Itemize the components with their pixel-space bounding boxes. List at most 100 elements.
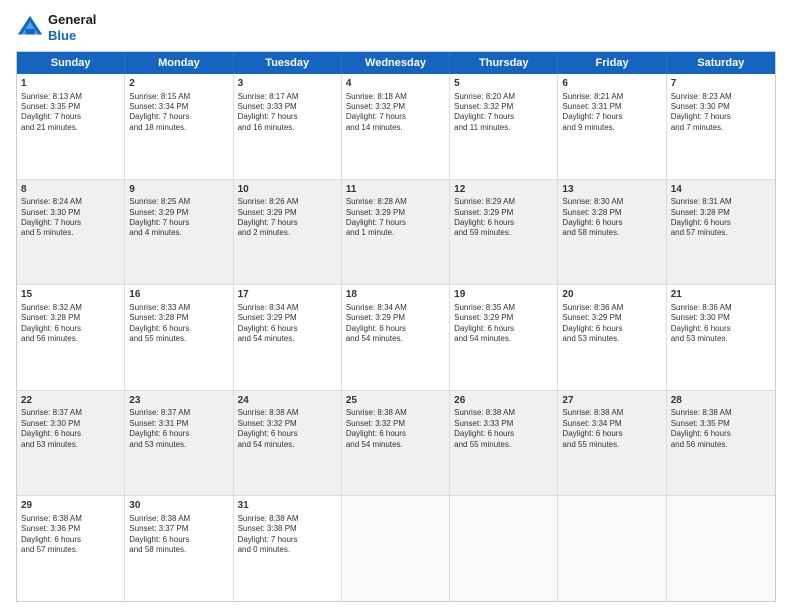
day-number: 7 [671, 77, 771, 91]
cell-line: Sunset: 3:35 PM [671, 419, 771, 429]
calendar-cell: 26Sunrise: 8:38 AMSunset: 3:33 PMDayligh… [450, 391, 558, 496]
cell-line: Sunrise: 8:38 AM [454, 408, 553, 418]
weekday-header-tuesday: Tuesday [234, 52, 342, 74]
calendar: SundayMondayTuesdayWednesdayThursdayFrid… [16, 51, 776, 602]
calendar-cell: 2Sunrise: 8:15 AMSunset: 3:34 PMDaylight… [125, 74, 233, 179]
weekday-header-wednesday: Wednesday [342, 52, 450, 74]
day-number: 11 [346, 183, 445, 197]
calendar-cell: 6Sunrise: 8:21 AMSunset: 3:31 PMDaylight… [558, 74, 666, 179]
calendar-cell: 21Sunrise: 8:36 AMSunset: 3:30 PMDayligh… [667, 285, 775, 390]
calendar-row-1: 1Sunrise: 8:13 AMSunset: 3:35 PM Daylight… [17, 74, 775, 180]
cell-line: Sunrise: 8:15 AM [129, 92, 228, 102]
calendar-cell: 3Sunrise: 8:17 AMSunset: 3:33 PMDaylight… [234, 74, 342, 179]
cell-line: Daylight: 6 hours [129, 535, 228, 545]
calendar-cell: 29Sunrise: 8:38 AMSunset: 3:36 PMDayligh… [17, 496, 125, 601]
cell-line: and 4 minutes. [129, 228, 228, 238]
day-number: 1 [21, 77, 120, 91]
cell-line: Sunrise: 8:30 AM [562, 197, 661, 207]
calendar-cell: 4Sunrise: 8:18 AMSunset: 3:32 PMDaylight… [342, 74, 450, 179]
cell-line: Sunrise: 8:13 AM [21, 92, 120, 102]
day-number: 3 [238, 77, 337, 91]
cell-line: and 16 minutes. [238, 123, 337, 133]
calendar-cell: 14Sunrise: 8:31 AMSunset: 3:28 PMDayligh… [667, 180, 775, 285]
cell-line: Daylight: 6 hours [21, 535, 120, 545]
cell-line: Sunrise: 8:20 AM [454, 92, 553, 102]
calendar-cell: 15Sunrise: 8:32 AMSunset: 3:28 PMDayligh… [17, 285, 125, 390]
cell-line: Sunrise: 8:33 AM [129, 303, 228, 313]
cell-line: Sunset: 3:37 PM [129, 524, 228, 534]
cell-line: Daylight: 6 hours [346, 429, 445, 439]
calendar-cell: 12Sunrise: 8:29 AMSunset: 3:29 PMDayligh… [450, 180, 558, 285]
cell-line: Sunset: 3:32 PM [346, 419, 445, 429]
cell-line: Sunrise: 8:34 AM [346, 303, 445, 313]
cell-line: Daylight: 6 hours [671, 218, 771, 228]
calendar-cell: 30Sunrise: 8:38 AMSunset: 3:37 PMDayligh… [125, 496, 233, 601]
cell-line: Daylight: 7 hours [238, 535, 337, 545]
cell-line: Sunset: 3:31 PM [129, 419, 228, 429]
weekday-header-saturday: Saturday [667, 52, 775, 74]
cell-line: Daylight: 6 hours [21, 429, 120, 439]
cell-line: and 1 minute. [346, 228, 445, 238]
cell-line: Daylight: 7 hours [129, 218, 228, 228]
cell-line: Sunrise: 8:32 AM [21, 303, 120, 313]
calendar-cell: 8Sunrise: 8:24 AMSunset: 3:30 PMDaylight… [17, 180, 125, 285]
calendar-cell [558, 496, 666, 601]
calendar-header-row: SundayMondayTuesdayWednesdayThursdayFrid… [17, 52, 775, 74]
cell-line: Daylight: 7 hours [346, 112, 445, 122]
cell-line: and 55 minutes. [562, 440, 661, 450]
cell-line: Sunset: 3:29 PM [238, 313, 337, 323]
calendar-cell: 5Sunrise: 8:20 AMSunset: 3:32 PMDaylight… [450, 74, 558, 179]
calendar-cell: 16Sunrise: 8:33 AMSunset: 3:28 PMDayligh… [125, 285, 233, 390]
cell-line: Sunrise: 8:36 AM [671, 303, 771, 313]
cell-line: Sunset: 3:36 PM [21, 524, 120, 534]
cell-line: and 54 minutes. [454, 334, 553, 344]
cell-line: Daylight: 6 hours [454, 218, 553, 228]
cell-line: Sunset: 3:29 PM [346, 208, 445, 218]
cell-line: Sunset: 3:35 PM [21, 102, 120, 112]
weekday-header-monday: Monday [125, 52, 233, 74]
cell-line: Sunset: 3:30 PM [671, 102, 771, 112]
cell-line: Sunrise: 8:28 AM [346, 197, 445, 207]
day-number: 21 [671, 288, 771, 302]
cell-line: Sunrise: 8:38 AM [238, 514, 337, 524]
cell-line: Sunrise: 8:36 AM [562, 303, 661, 313]
cell-line: and 56 minutes. [671, 440, 771, 450]
cell-line: Daylight: 7 hours [562, 112, 661, 122]
calendar-row-2: 8Sunrise: 8:24 AMSunset: 3:30 PMDaylight… [17, 180, 775, 286]
calendar-cell: 24Sunrise: 8:38 AMSunset: 3:32 PMDayligh… [234, 391, 342, 496]
cell-line: and 18 minutes. [129, 123, 228, 133]
cell-line: and 54 minutes. [238, 334, 337, 344]
calendar-cell: 27Sunrise: 8:38 AMSunset: 3:34 PMDayligh… [558, 391, 666, 496]
cell-line: Daylight: 7 hours [238, 218, 337, 228]
cell-line: and 53 minutes. [21, 440, 120, 450]
day-number: 9 [129, 183, 228, 197]
calendar-cell: 10Sunrise: 8:26 AMSunset: 3:29 PMDayligh… [234, 180, 342, 285]
cell-line: and 53 minutes. [671, 334, 771, 344]
cell-line: Sunrise: 8:38 AM [562, 408, 661, 418]
cell-line: Daylight: 6 hours [129, 324, 228, 334]
cell-line: Sunrise: 8:38 AM [238, 408, 337, 418]
day-number: 10 [238, 183, 337, 197]
cell-line: and 58 minutes. [562, 228, 661, 238]
day-number: 14 [671, 183, 771, 197]
day-number: 6 [562, 77, 661, 91]
day-number: 23 [129, 394, 228, 408]
weekday-header-sunday: Sunday [17, 52, 125, 74]
cell-line: and 57 minutes. [671, 228, 771, 238]
cell-line: Daylight: 6 hours [562, 218, 661, 228]
cell-line: Sunset: 3:28 PM [129, 313, 228, 323]
calendar-cell: 22Sunrise: 8:37 AMSunset: 3:30 PMDayligh… [17, 391, 125, 496]
cell-line: Sunrise: 8:31 AM [671, 197, 771, 207]
day-number: 22 [21, 394, 120, 408]
calendar-cell: 1Sunrise: 8:13 AMSunset: 3:35 PMDaylight… [17, 74, 125, 179]
cell-line: and 54 minutes. [346, 440, 445, 450]
cell-line: and 21 minutes. [21, 123, 120, 133]
cell-line: Sunset: 3:28 PM [671, 208, 771, 218]
calendar-body: 1Sunrise: 8:13 AMSunset: 3:35 PMDaylight… [17, 74, 775, 601]
logo-text-blue: Blue [48, 28, 96, 44]
day-number: 20 [562, 288, 661, 302]
cell-line: Sunrise: 8:38 AM [671, 408, 771, 418]
header: General Blue [16, 12, 776, 43]
cell-line: Sunset: 3:29 PM [454, 208, 553, 218]
cell-line: Daylight: 6 hours [671, 324, 771, 334]
